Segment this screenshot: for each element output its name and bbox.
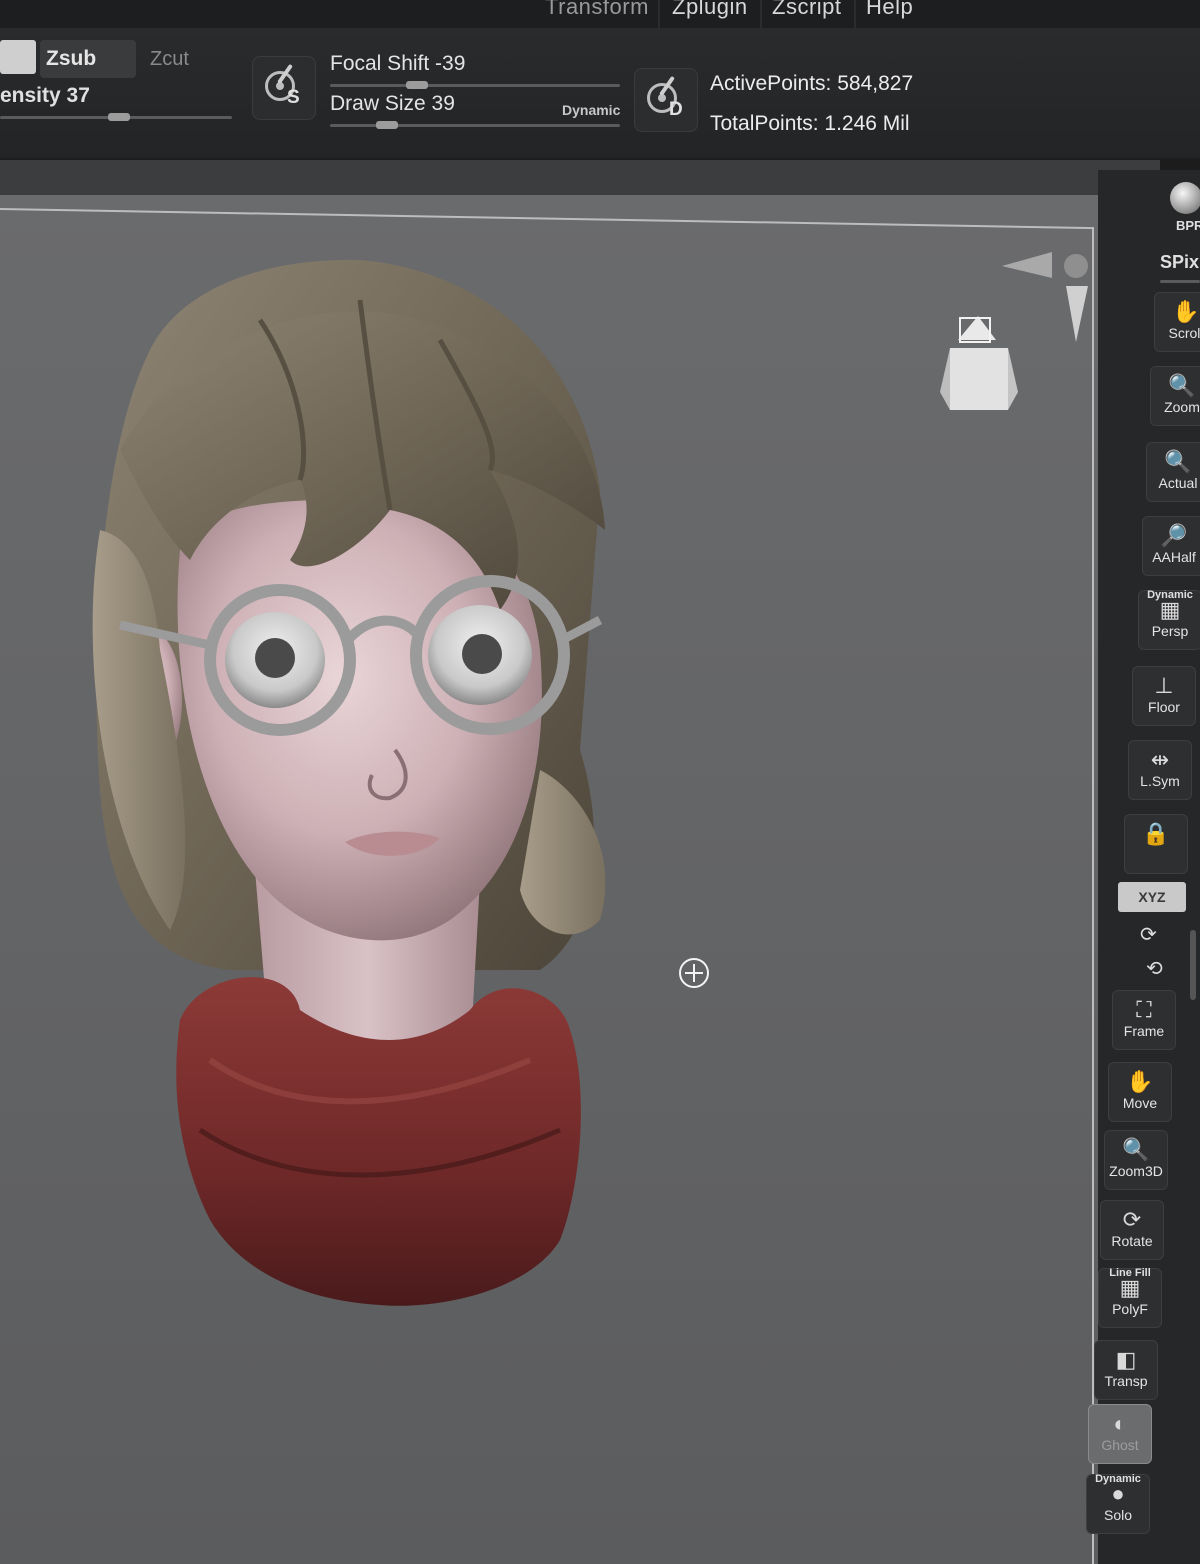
floor-icon: ⊥ (1154, 673, 1174, 698)
focal-shift-slider[interactable] (330, 84, 620, 87)
brush-letter: D (669, 99, 683, 120)
right-pupil (462, 634, 502, 674)
lsym-button[interactable]: ⇹ L.Sym (1128, 740, 1192, 800)
shelf-scrollbar[interactable] (1190, 930, 1196, 1000)
menu-divider (760, 0, 762, 28)
local-lock-icon: 🔒 (1142, 821, 1170, 846)
persp-dynamic-label: Dynamic (1147, 589, 1193, 601)
menu-bar: Transform Zplugin Zscript Help (0, 0, 1200, 30)
menu-divider (658, 0, 660, 28)
nav-cube-side (1008, 348, 1018, 410)
shelf-button-label: Persp (1151, 623, 1189, 639)
nav-cube-side (940, 348, 950, 410)
shelf-button-label: Floor (1148, 699, 1180, 715)
hand-icon: ✋ (1172, 299, 1200, 324)
actual-button[interactable]: 🔍 Actual (1146, 442, 1200, 502)
shelf-button-label: Scroll (1168, 325, 1200, 341)
zsub-button[interactable]: Zsub (40, 40, 136, 78)
zbrush-window: { "menu": { "items": [ {"label": "Transf… (0, 0, 1200, 1564)
lazy-mouse-button[interactable]: S (252, 56, 316, 120)
spix-label[interactable]: SPix (1160, 252, 1199, 273)
menu-zplugin[interactable]: Zplugin (672, 0, 748, 20)
menu-divider (854, 0, 856, 28)
menu-help[interactable]: Help (866, 0, 913, 20)
brush-letter: S (287, 87, 300, 108)
mrgb-swatch[interactable] (0, 40, 36, 74)
scroll-button[interactable]: ✋ Scroll (1154, 292, 1200, 352)
shelf-button-label: Ghost (1101, 1437, 1139, 1453)
solo-dynamic-label: Dynamic (1095, 1473, 1141, 1485)
shelf-button-label: Rotate (1111, 1233, 1153, 1249)
nav-cube-face (950, 348, 1008, 410)
zoom3d-icon: 🔍 (1122, 1137, 1150, 1162)
shelf-button-label: AAHalf (1152, 549, 1196, 565)
zoom-button[interactable]: 🔍 Zoom (1150, 366, 1200, 426)
menu-transform[interactable]: Transform (545, 0, 649, 20)
active-points-readout: ActivePoints: 584,827 (710, 72, 914, 95)
bpr-render-icon[interactable] (1170, 182, 1200, 214)
focal-shift-slider-knob[interactable] (406, 81, 428, 89)
shelf-button-label: Transp (1104, 1373, 1148, 1389)
transp-button[interactable]: ◧ Transp (1094, 1340, 1158, 1400)
shelf-button-label: Solo (1103, 1507, 1133, 1523)
zcut-button[interactable]: Zcut (150, 48, 189, 71)
frame-button[interactable]: ⛶ Frame (1112, 990, 1176, 1050)
shelf-button-label: Move (1122, 1095, 1158, 1111)
solo-icon: ● (1111, 1481, 1125, 1506)
ghost-icon: ◐ (1113, 1411, 1127, 1436)
xyz-rotate-button[interactable]: XYZ (1118, 882, 1186, 912)
draw-size-slider[interactable] (330, 124, 620, 127)
grid-perspective-icon: ▦ (1159, 597, 1181, 622)
aahalf-button[interactable]: 🔎 AAHalf (1142, 516, 1200, 576)
rotate-button[interactable]: ⟳ Rotate (1100, 1200, 1164, 1260)
total-points-readout: TotalPoints: 1.246 Mil (710, 112, 910, 135)
rotate-icon: ⟳ (1122, 1207, 1142, 1232)
sculpt-model[interactable] (60, 230, 680, 1330)
solo-button[interactable]: Dynamic ● Solo (1086, 1473, 1150, 1534)
axis-arrow-icon (1066, 286, 1088, 342)
magnifier-icon: 🔍 (1168, 373, 1196, 398)
z-intensity-slider-knob[interactable] (108, 113, 130, 121)
draw-size-slider-knob[interactable] (376, 121, 398, 129)
axis-corner-gizmo[interactable] (990, 246, 1090, 346)
magnifier-half-icon: 🔎 (1160, 523, 1188, 548)
floor-button[interactable]: ⊥ Floor (1132, 666, 1196, 726)
local-button[interactable]: 🔒 (1124, 814, 1188, 874)
zoom3d-button[interactable]: 🔍 Zoom3D (1104, 1130, 1168, 1190)
symmetry-arrows-icon: ⇹ (1150, 747, 1170, 772)
menu-zscript[interactable]: Zscript (772, 0, 842, 20)
shelf-button-label: Zoom3D (1109, 1163, 1163, 1179)
move-hand-icon: ✋ (1126, 1069, 1154, 1094)
crosshair-icon (679, 958, 709, 988)
shelf-button-label: PolyF (1112, 1301, 1148, 1317)
y-rotate-icon[interactable]: ⟳ (1140, 922, 1157, 947)
draw-size-label: Draw Size 39 (330, 92, 455, 115)
polyf-button[interactable]: Line Fill ▦ PolyF (1098, 1267, 1162, 1328)
frame-icon: ⛶ (1136, 997, 1152, 1022)
left-pupil (255, 638, 295, 678)
polyf-linefill-label: Line Fill (1109, 1267, 1151, 1279)
shelf-button-label: Actual (1158, 475, 1198, 491)
axis-arrow-icon (1002, 252, 1052, 278)
polyframe-grid-icon: ▦ (1119, 1275, 1141, 1300)
magnifier-x1-icon: 🔍 (1164, 449, 1192, 474)
shelf-button-label: Zoom (1164, 399, 1200, 415)
shelf-button-label: Frame (1123, 1023, 1165, 1039)
focal-shift-label: Focal Shift -39 (330, 52, 466, 75)
axis-ball-icon (1064, 254, 1088, 278)
spix-slider[interactable] (1160, 280, 1200, 283)
dynamic-toggle[interactable]: Dynamic (562, 102, 620, 118)
persp-button[interactable]: Dynamic ▦ Persp (1138, 589, 1200, 650)
shelf-button-label: L.Sym (1140, 773, 1180, 789)
dynamic-brush-button[interactable]: D (634, 68, 698, 132)
xyz-label: XYZ (1138, 889, 1166, 905)
move-button[interactable]: ✋ Move (1108, 1062, 1172, 1122)
z-rotate-icon[interactable]: ⟲ (1146, 956, 1163, 981)
transparency-icon: ◧ (1115, 1347, 1137, 1372)
ghost-button[interactable]: ◐ Ghost (1088, 1404, 1152, 1464)
z-intensity-label: ensity 37 (0, 84, 90, 107)
bpr-label: BPR (1176, 218, 1200, 233)
